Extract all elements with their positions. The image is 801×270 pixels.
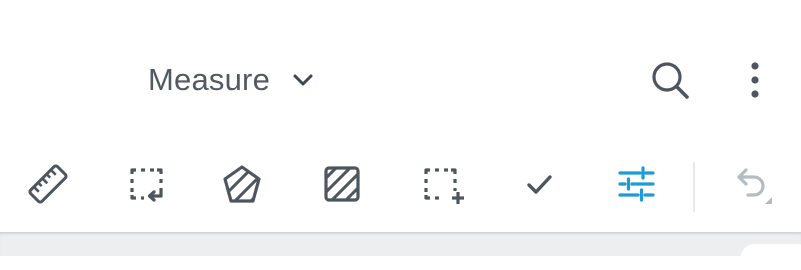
- mode-dropdown[interactable]: Measure: [148, 58, 316, 102]
- search-icon: [646, 56, 694, 109]
- mode-label: Measure: [148, 62, 271, 97]
- tool-select-area-button[interactable]: [116, 158, 176, 214]
- select-area-return-icon: [122, 160, 170, 213]
- chevron-down-icon: [290, 67, 316, 93]
- tool-add-selection-button[interactable]: [410, 158, 470, 214]
- more-options-button[interactable]: [735, 54, 775, 110]
- hatched-square-icon: [318, 160, 366, 213]
- sliders-icon: [612, 160, 660, 213]
- app-bar: Measure: [0, 0, 801, 140]
- tool-polygon-area-button[interactable]: [212, 158, 272, 214]
- content-area: [0, 232, 801, 270]
- ruler-icon: [24, 160, 72, 213]
- more-vertical-icon: [745, 58, 765, 107]
- undo-icon: [726, 160, 778, 213]
- polygon-area-icon: [218, 160, 266, 213]
- tool-confirm-button[interactable]: [509, 158, 569, 214]
- tool-settings-button[interactable]: [606, 158, 666, 214]
- bottom-sheet-edge: [741, 244, 801, 270]
- search-button[interactable]: [640, 54, 700, 110]
- tool-ruler-button[interactable]: [18, 158, 78, 214]
- tool-hatched-area-button[interactable]: [312, 158, 372, 214]
- add-selection-icon: [416, 160, 464, 213]
- checkmark-icon: [515, 160, 563, 213]
- toolbar-divider: [693, 162, 695, 212]
- undo-button[interactable]: [722, 158, 782, 214]
- measure-toolbar: [0, 150, 801, 226]
